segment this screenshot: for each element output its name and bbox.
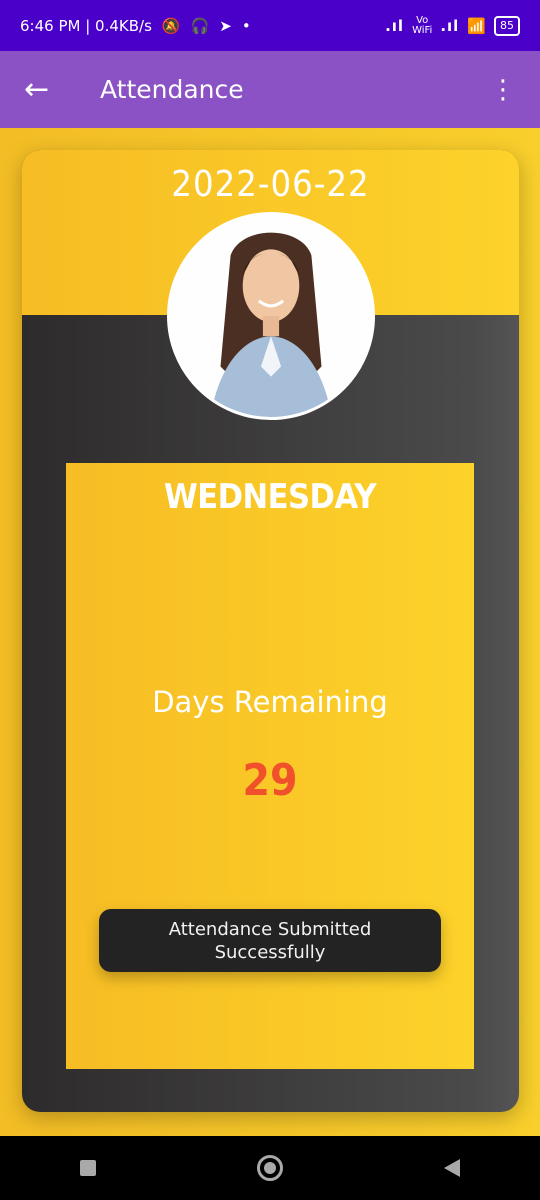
days-remaining-value: 29 (242, 755, 298, 806)
app-bar: ← Attendance ⋮ (0, 51, 540, 128)
content: 2022-06-22 WEDNESDAY Days Remaining 29 (0, 128, 540, 1136)
day-text: WEDNESDAY (163, 477, 377, 517)
vowifi-label: Vo WiFi (412, 14, 433, 36)
signal-icon: .ıl (385, 16, 405, 35)
day-panel: WEDNESDAY Days Remaining 29 (66, 463, 474, 1069)
signal-icon-2: .ıl (440, 16, 460, 35)
dot-icon: • (241, 16, 251, 35)
home-circle-icon[interactable] (256, 1155, 283, 1181)
recents-square-icon[interactable] (80, 1160, 97, 1176)
home-inner-dot (263, 1162, 276, 1174)
back-triangle-icon[interactable] (443, 1159, 460, 1177)
arrow-left-icon[interactable]: ← (24, 72, 76, 107)
more-vert-icon[interactable]: ⋮ (490, 77, 516, 103)
page-title: Attendance (100, 75, 244, 104)
telegram-icon: ➤ (219, 16, 232, 35)
toast-message: Attendance Submitted Successfully (99, 909, 441, 972)
avatar-image (170, 215, 372, 417)
headphones-icon: 🎧 (190, 16, 210, 35)
nav-bar (0, 1136, 540, 1200)
muted-bell-icon: 🔕 (161, 16, 181, 35)
wifi-icon: 📶 (467, 16, 486, 35)
days-remaining-label: Days Remaining (152, 685, 388, 719)
battery-icon: 85 (494, 15, 520, 36)
status-bar: 6:46 PM | 0.4KB/s 🔕 🎧 ➤ • .ıl Vo WiFi .ı… (0, 0, 540, 51)
status-right: .ıl Vo WiFi .ıl 📶 85 (385, 14, 520, 36)
time-speed: 6:46 PM | 0.4KB/s (20, 16, 152, 35)
date-text: 2022-06-22 (171, 164, 370, 205)
avatar (167, 212, 375, 420)
status-left: 6:46 PM | 0.4KB/s 🔕 🎧 ➤ • (20, 17, 251, 35)
